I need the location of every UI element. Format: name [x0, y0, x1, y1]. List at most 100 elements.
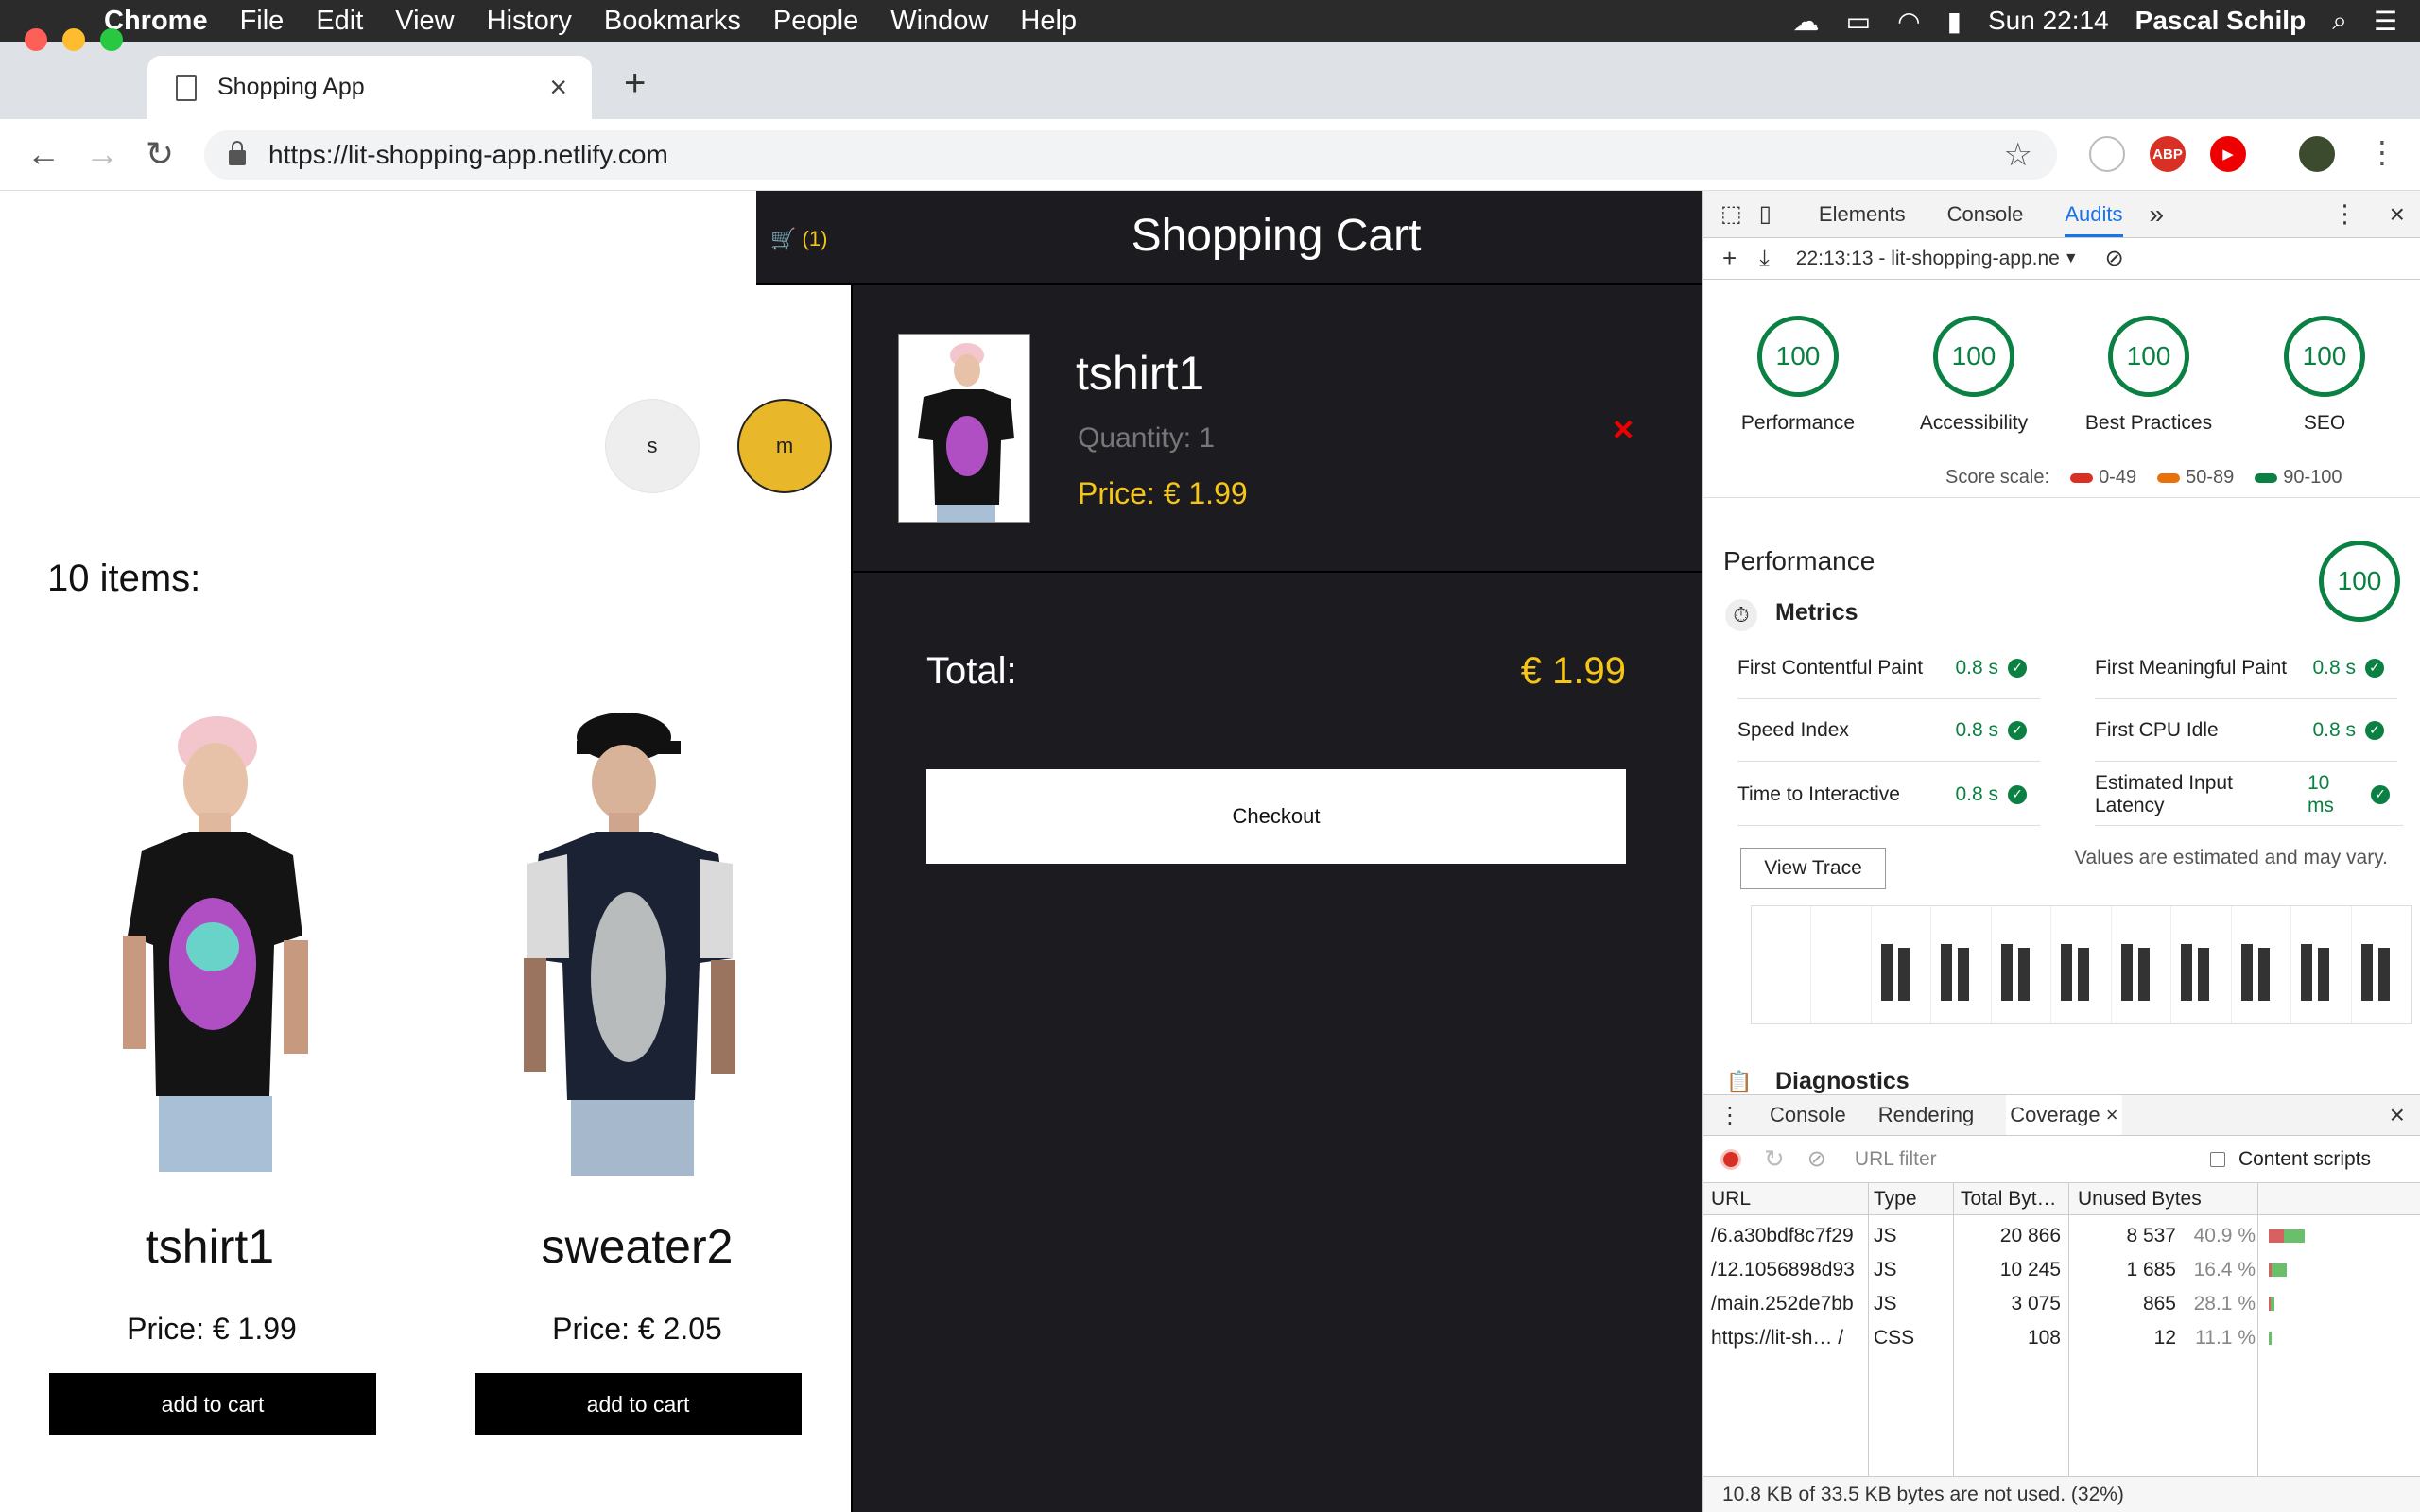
creative-cloud-icon[interactable]: ☁ [1793, 6, 1820, 37]
menu-edit[interactable]: Edit [316, 6, 363, 37]
add-to-cart-button-sweater2[interactable]: add to cart [475, 1373, 802, 1435]
bookmark-star-icon[interactable]: ☆ [2004, 136, 2032, 174]
tab-title: Shopping App [217, 74, 365, 100]
window-minimize-button[interactable] [62, 28, 85, 51]
menubar-status: ☁ ▭ ◠ ▮ Sun 22:14 Pascal Schilp ⌕ ☰ [1767, 0, 2397, 42]
drawer-tab-console[interactable]: Console [1770, 1103, 1846, 1127]
performance-section-title: Performance [1723, 546, 1876, 576]
forward-arrow-icon[interactable]: → [85, 134, 119, 174]
score-gauge-performance[interactable]: 100 [1757, 316, 1839, 397]
window-close-button[interactable] [25, 28, 47, 51]
spotlight-search-icon[interactable]: ⌕ [2332, 6, 2347, 37]
menu-file[interactable]: File [240, 6, 285, 37]
more-tabs-icon[interactable]: » [2150, 199, 2165, 230]
url-filter-input[interactable]: URL filter [1855, 1148, 1937, 1171]
row-unused-bytes: 12 [2153, 1327, 2176, 1349]
menu-history[interactable]: History [487, 6, 572, 37]
window-zoom-button[interactable] [100, 28, 123, 51]
devtools-tabs: ⬚ ▯ Elements Console Audits » ⋮ × [1703, 191, 2420, 238]
product-name-tshirt1: tshirt1 [145, 1220, 275, 1273]
inspect-element-icon[interactable]: ⬚ [1720, 200, 1742, 228]
drawer-close-icon[interactable]: × [2390, 1100, 2405, 1130]
used-bar-segment [2269, 1332, 2272, 1345]
report-dropdown-icon[interactable]: ▼ [2064, 250, 2079, 267]
metric-value: 0.8 s [2312, 656, 2356, 679]
size-button-s[interactable]: s [605, 399, 700, 493]
col-header-total-bytes[interactable]: Total Byt… [1961, 1183, 2057, 1214]
menu-view[interactable]: View [395, 6, 454, 37]
tab-close-icon[interactable]: × [549, 70, 567, 105]
row-type: JS [1874, 1225, 1897, 1246]
product-image-tshirt1[interactable] [104, 699, 321, 1172]
row-unused-percent: 40.9 % [2193, 1225, 2256, 1246]
menubar-user[interactable]: Pascal Schilp [2135, 6, 2307, 36]
drawer-menu-icon[interactable]: ⋮ [1719, 1102, 1741, 1129]
battery-icon[interactable]: ▮ [1947, 6, 1962, 37]
extension-camera-icon[interactable] [2089, 136, 2125, 172]
devtools-tab-elements[interactable]: Elements [1819, 202, 1906, 227]
menubar-clock[interactable]: Sun 22:14 [1988, 6, 2109, 36]
remove-item-icon[interactable]: × [1613, 410, 1634, 451]
checkout-button[interactable]: Checkout [926, 769, 1626, 864]
coverage-row[interactable]: /6.a30bdf8c7f29 JS 20 866 8 537 40.9 % [1703, 1219, 2420, 1253]
notification-center-icon[interactable]: ☰ [2374, 6, 2397, 37]
download-report-icon[interactable]: ⤓ [1759, 246, 1770, 272]
stopwatch-icon: ⏱ [1725, 599, 1757, 631]
device-toolbar-icon[interactable]: ▯ [1759, 200, 1772, 228]
browser-tab[interactable]: Shopping App × [147, 56, 592, 119]
view-trace-button[interactable]: View Trace [1740, 848, 1886, 889]
cart-toggle[interactable]: 🛒 (1) [770, 227, 827, 251]
metric-first-contentful-paint: First Contentful Paint 0.8 s ✓ [1737, 637, 2040, 699]
drawer-tab-rendering[interactable]: Rendering [1878, 1103, 1975, 1127]
devtools-tab-console[interactable]: Console [1947, 202, 2024, 227]
col-header-unused-bytes[interactable]: Unused Bytes [2078, 1183, 2202, 1214]
reload-icon[interactable]: ↻ [146, 134, 174, 174]
address-bar[interactable]: https://lit-shopping-app.netlify.com ☆ [204, 130, 2057, 180]
cart-title: Shopping Cart [1131, 211, 1422, 261]
clear-reports-icon[interactable]: ⊘ [2105, 245, 2124, 272]
menu-people[interactable]: People [773, 6, 858, 37]
new-tab-button[interactable]: + [624, 62, 646, 105]
usage-bar [2269, 1321, 2272, 1355]
record-icon[interactable] [1720, 1148, 1741, 1170]
reload-coverage-icon[interactable]: ↻ [1764, 1144, 1785, 1174]
col-header-url[interactable]: URL [1711, 1183, 1751, 1214]
filmstrip-frame [1992, 906, 2052, 1023]
size-button-m[interactable]: m [737, 399, 832, 493]
back-arrow-icon[interactable]: ← [26, 134, 60, 174]
browser-menu-icon[interactable]: ⋮ [2367, 134, 2397, 170]
coverage-row[interactable]: https://lit-sh… / CSS 108 12 11.1 % [1703, 1321, 2420, 1355]
content-scripts-checkbox[interactable] [2209, 1151, 2225, 1167]
scale-range-average: 50-89 [2186, 467, 2235, 488]
clear-coverage-icon[interactable]: ⊘ [1807, 1145, 1826, 1173]
airplay-icon[interactable]: ▭ [1846, 6, 1871, 37]
devtools-menu-icon[interactable]: ⋮ [2333, 199, 2358, 229]
adblock-plus-icon[interactable]: ABP [2150, 136, 2186, 172]
product-image-sweater2[interactable] [510, 703, 756, 1176]
score-gauge-accessibility[interactable]: 100 [1933, 316, 2014, 397]
drawer-tab-coverage[interactable]: Coverage × [2006, 1095, 2122, 1135]
extension-play-icon[interactable]: ▶ [2210, 136, 2246, 172]
used-bar-segment [2284, 1229, 2305, 1243]
add-to-cart-button-tshirt1[interactable]: add to cart [49, 1373, 376, 1435]
menu-window[interactable]: Window [890, 6, 988, 37]
coverage-tab-close-icon[interactable]: × [2106, 1103, 2118, 1126]
coverage-row[interactable]: /12.1056898d93 JS 10 245 1 685 16.4 % [1703, 1253, 2420, 1287]
score-gauge-best-practices[interactable]: 100 [2108, 316, 2189, 397]
report-selector[interactable]: 22:13:13 - lit-shopping-app.ne [1796, 248, 2060, 270]
adblock-label: ABP [2152, 146, 2183, 163]
menu-bookmarks[interactable]: Bookmarks [604, 6, 741, 37]
col-header-type[interactable]: Type [1874, 1183, 1917, 1214]
devtools-tab-audits[interactable]: Audits [2065, 202, 2123, 237]
score-gauge-seo[interactable]: 100 [2284, 316, 2365, 397]
score-label-seo: SEO [2303, 412, 2346, 434]
wifi-icon[interactable]: ◠ [1897, 6, 1920, 37]
profile-avatar[interactable] [2299, 136, 2335, 172]
metric-estimated-input-latency: Estimated Input Latency 10 ms ✓ [2095, 764, 2403, 826]
menu-help[interactable]: Help [1020, 6, 1077, 37]
coverage-row[interactable]: /main.252de7bb JS 3 075 865 28.1 % [1703, 1287, 2420, 1321]
new-audit-icon[interactable]: + [1722, 244, 1737, 273]
devtools-close-icon[interactable]: × [2390, 199, 2405, 230]
cart-item-quantity: Quantity: 1 [1078, 422, 1216, 454]
address-url[interactable]: https://lit-shopping-app.netlify.com [268, 140, 668, 170]
